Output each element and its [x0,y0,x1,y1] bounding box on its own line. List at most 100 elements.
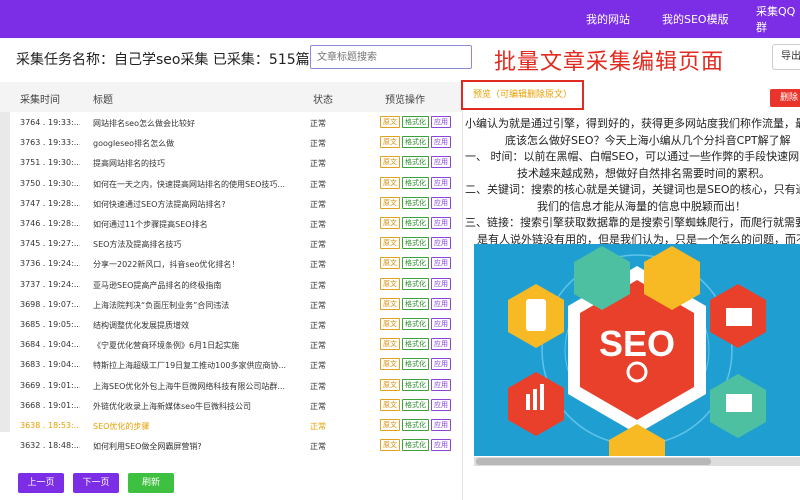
row-title[interactable]: 如何利用SEO做全网霸屏营销? [93,441,293,452]
row-title[interactable]: 上海法院判决“负面压制业务”合同违法 [93,300,293,311]
row-time: 3684 . 19:04:... [20,340,80,350]
format-button[interactable]: 格式化 [402,338,429,351]
table-row[interactable]: 3669 . 19:01:... 上海SEO优化外包上海牛巨微网络科技有限公司站群… [0,375,463,395]
row-title[interactable]: 外链优化收录上海新媒体seo牛巨微科技公司 [93,401,293,412]
view-original-button[interactable]: 原文 [380,116,400,128]
row-title[interactable]: 亚马逊SEO提高产品排名的终极指南 [93,280,293,291]
apply-button[interactable]: 应用 [431,257,451,270]
view-original-button[interactable]: 原文 [380,237,400,250]
row-title[interactable]: 如何在一天之内，快速提高网站排名的使用SEO技巧... [93,179,293,190]
apply-button[interactable]: 应用 [431,217,451,229]
view-original-button[interactable]: 原文 [380,217,400,229]
apply-button[interactable]: 应用 [431,439,451,452]
row-status: 正常 [310,341,326,351]
view-original-button[interactable]: 原文 [380,439,400,452]
view-original-button[interactable]: 原文 [380,358,400,371]
view-original-button[interactable]: 原文 [380,196,400,209]
apply-button[interactable]: 应用 [431,277,451,290]
apply-button[interactable]: 应用 [431,237,451,250]
apply-button[interactable]: 应用 [431,196,451,209]
row-title[interactable]: googleseo排名怎么做 [93,138,293,149]
format-button[interactable]: 格式化 [402,156,429,169]
format-button[interactable]: 格式化 [402,257,429,270]
refresh-button[interactable]: 刷新 [128,473,174,493]
apply-button[interactable]: 应用 [431,338,451,351]
row-title[interactable]: 提高网站排名的技巧 [93,158,293,169]
format-button[interactable]: 格式化 [402,419,429,431]
format-button[interactable]: 格式化 [402,217,429,229]
row-title[interactable]: 分享一2022新风口，抖音seo优化排名！ [93,259,293,270]
table-row[interactable]: 3698 . 19:07:... 上海法院判决“负面压制业务”合同违法 正常 原文 格式… [0,294,463,314]
view-original-button[interactable]: 原文 [380,297,400,310]
row-title[interactable]: 网站排名seo怎么做会比较好 [93,118,293,129]
view-original-button[interactable]: 原文 [380,398,400,411]
prev-page-button[interactable]: 上一页 [18,473,64,493]
table-row[interactable]: 3632 . 18:48:... 如何利用SEO做全网霸屏营销? 正常 原文 格式化 应用 [0,435,463,455]
table-row[interactable]: 3683 . 19:04:... 特斯拉上海超级工厂19日复工推动100多家供应商… [0,354,463,374]
row-title[interactable]: 上海SEO优化外包上海牛巨微网络科技有限公司站群... [93,381,293,392]
row-title[interactable]: 特斯拉上海超级工厂19日复工推动100多家供应商协... [93,360,293,371]
table-row[interactable]: 3764 . 19:33:... 网站排名seo怎么做会比较好 正常 原文 格式化 应用 [0,112,463,132]
apply-button[interactable]: 应用 [431,116,451,128]
table-row[interactable]: 3745 . 19:27:... SEO方法及提高排名技巧 正常 原文 格式化 应用 [0,233,463,253]
view-original-button[interactable]: 原文 [380,156,400,169]
apply-button[interactable]: 应用 [431,398,451,411]
table-scrollbar[interactable] [0,112,10,432]
format-button[interactable]: 格式化 [402,439,429,452]
table-row[interactable]: 3751 . 19:30:... 提高网站排名的技巧 正常 原文 格式化 应用 [0,152,463,172]
row-title[interactable]: SEO方法及提高排名技巧 [93,239,293,250]
format-button[interactable]: 格式化 [402,378,429,391]
row-title[interactable]: 如何通过11个步骤提高SEO排名 [93,219,293,230]
apply-button[interactable]: 应用 [431,156,451,169]
row-title[interactable]: 结构调整优化发展提质增效 [93,320,293,331]
apply-button[interactable]: 应用 [431,358,451,371]
table-row[interactable]: 3763 . 19:33:... googleseo排名怎么做 正常 原文 格式化 应用 [0,132,463,152]
view-original-button[interactable]: 原文 [380,136,400,149]
row-title[interactable]: 《宁夏优化营商环境条例》6月1日起实施 [93,340,293,351]
preview-content[interactable]: 小编认为就是通过引擎，得到好的，获得更多网站度我们称作流量，最 底该怎么做好SE… [465,116,800,248]
format-button[interactable]: 格式化 [402,196,429,209]
apply-button[interactable]: 应用 [431,136,451,149]
table-row[interactable]: 3746 . 19:28:... 如何通过11个步骤提高SEO排名 正常 原文 格式化应… [0,213,463,233]
apply-button[interactable]: 应用 [431,176,451,189]
view-original-button[interactable]: 原文 [380,378,400,391]
table-row[interactable]: 3737 . 19:24:... 亚马逊SEO提高产品排名的终极指南 正常 原文 格式化… [0,274,463,294]
export-button[interactable]: 导出 [772,44,800,70]
table-row[interactable]: 3684 . 19:04:... 《宁夏优化营商环境条例》6月1日起实施 正常 原文格… [0,334,463,354]
view-original-button[interactable]: 原文 [380,257,400,270]
title-search-input[interactable] [310,45,472,69]
table-row[interactable]: 3685 . 19:05:... 结构调整优化发展提质增效 正常 原文 格式化 应用 [0,314,463,334]
apply-button[interactable]: 应用 [431,318,451,330]
format-button[interactable]: 格式化 [402,297,429,310]
table-row[interactable]: 3668 . 19:01:... 外链优化收录上海新媒体seo牛巨微科技公司 正常 原… [0,395,463,415]
apply-button[interactable]: 应用 [431,297,451,310]
table-row[interactable]: 3747 . 19:28:... 如何快速通过SEO方法提高网站排名? 正常 原文 格式… [0,193,463,213]
format-button[interactable]: 格式化 [402,277,429,290]
view-original-button[interactable]: 原文 [380,318,400,330]
nav-my-seo-templates[interactable]: 我的SEO模版 [662,0,729,38]
table-row[interactable]: 3750 . 19:30:... 如何在一天之内，快速提高网站排名的使用SEO技巧… [0,173,463,193]
format-button[interactable]: 格式化 [402,116,429,128]
next-page-button[interactable]: 下一页 [73,473,119,493]
scrollbar-thumb[interactable] [476,458,711,465]
format-button[interactable]: 格式化 [402,358,429,371]
apply-button[interactable]: 应用 [431,378,451,391]
row-title[interactable]: 如何快速通过SEO方法提高网站排名? [93,199,293,210]
format-button[interactable]: 格式化 [402,176,429,189]
view-original-button[interactable]: 原文 [380,176,400,189]
format-button[interactable]: 格式化 [402,318,429,330]
nav-qq-group[interactable]: 采集QQ群 [756,0,800,38]
table-row[interactable]: 3638 . 18:53:... SEO优化的步骤 正常 原文 格式化 应用 [0,415,463,435]
preview-horizontal-scrollbar[interactable] [474,457,800,466]
table-row[interactable]: 3736 . 19:24:... 分享一2022新风口，抖音seo优化排名！ 正常 原… [0,253,463,273]
nav-my-sites[interactable]: 我的网站 [586,0,630,38]
view-original-button[interactable]: 原文 [380,338,400,351]
apply-button[interactable]: 应用 [431,419,451,431]
view-original-button[interactable]: 原文 [380,419,400,431]
format-button[interactable]: 格式化 [402,237,429,250]
format-button[interactable]: 格式化 [402,398,429,411]
format-button[interactable]: 格式化 [402,136,429,149]
row-title[interactable]: SEO优化的步骤 [93,421,293,432]
view-original-button[interactable]: 原文 [380,277,400,290]
delete-original-button[interactable]: 删除 [770,89,800,107]
